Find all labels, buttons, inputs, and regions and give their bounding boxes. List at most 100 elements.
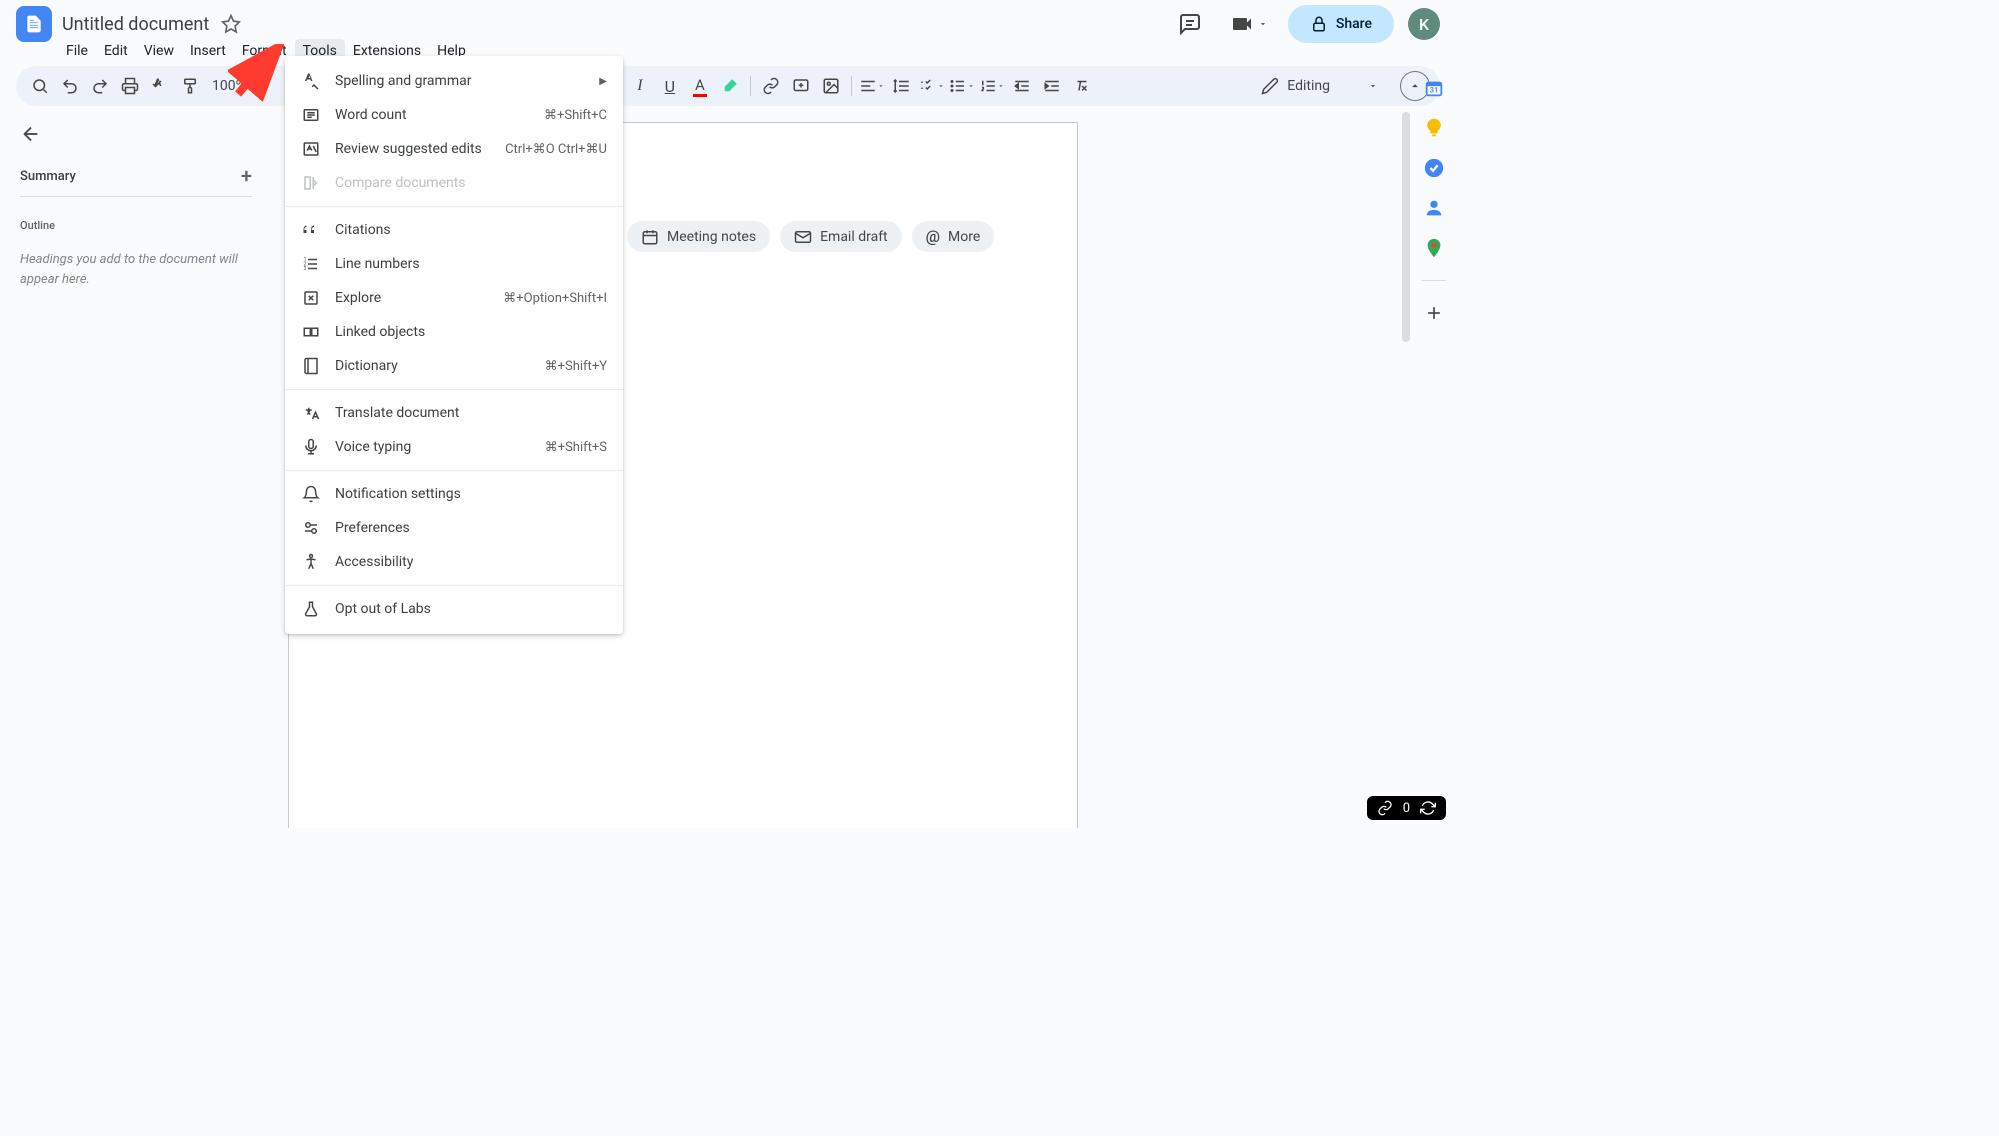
menu-item-label: Compare documents bbox=[335, 175, 607, 191]
indent-decrease-button[interactable] bbox=[1008, 72, 1036, 100]
comments-button[interactable] bbox=[1170, 4, 1210, 44]
menu-file[interactable]: File bbox=[58, 39, 96, 63]
tasks-addon[interactable] bbox=[1422, 156, 1446, 180]
menu-item-line-numbers[interactable]: 123Line numbers bbox=[285, 247, 623, 281]
keep-addon[interactable] bbox=[1422, 116, 1446, 140]
calendar-icon: 31 bbox=[1423, 77, 1445, 99]
italic-button[interactable]: I bbox=[626, 72, 654, 100]
redo-icon bbox=[91, 77, 109, 95]
bell-icon bbox=[301, 484, 321, 504]
document-title[interactable]: Untitled document bbox=[62, 14, 209, 35]
chevron-down-icon bbox=[997, 82, 1005, 90]
avatar[interactable]: K bbox=[1408, 8, 1440, 40]
indent-increase-button[interactable] bbox=[1038, 72, 1066, 100]
outline-sidebar: Summary + Outline Headings you add to th… bbox=[0, 106, 268, 828]
insert-image-button[interactable] bbox=[817, 72, 845, 100]
scrollbar[interactable] bbox=[1400, 100, 1412, 400]
email-icon bbox=[794, 228, 812, 246]
status-pill[interactable]: 0 bbox=[1367, 796, 1446, 820]
link-icon bbox=[1377, 800, 1393, 816]
redo-button[interactable] bbox=[86, 72, 114, 100]
chip-more[interactable]: @ More bbox=[912, 221, 995, 252]
paint-format-button[interactable] bbox=[176, 72, 204, 100]
menu-item-spelling-and-grammar[interactable]: Spelling and grammar▶ bbox=[285, 64, 623, 98]
align-icon bbox=[859, 77, 877, 95]
comment-icon bbox=[1178, 12, 1202, 36]
zoom-select[interactable]: 100% bbox=[206, 78, 252, 94]
linenum-icon: 123 bbox=[301, 254, 321, 274]
menu-item-voice-typing[interactable]: Voice typing⌘+Shift+S bbox=[285, 430, 623, 464]
lock-icon bbox=[1310, 15, 1328, 33]
editing-mode-button[interactable]: Editing bbox=[1251, 71, 1388, 101]
menu-item-label: Accessibility bbox=[335, 554, 607, 570]
tasks-icon bbox=[1423, 157, 1445, 179]
menu-item-translate-document[interactable]: Translate document bbox=[285, 396, 623, 430]
text-color-button[interactable]: A bbox=[686, 72, 714, 100]
svg-text:31: 31 bbox=[1430, 86, 1438, 95]
video-call-button[interactable] bbox=[1224, 12, 1274, 36]
menu-item-shortcut: ⌘+Shift+Y bbox=[545, 359, 607, 374]
chip-meeting-notes[interactable]: Meeting notes bbox=[627, 221, 770, 252]
docs-logo[interactable] bbox=[16, 6, 52, 42]
menu-item-accessibility[interactable]: Accessibility bbox=[285, 545, 623, 579]
clear-format-button[interactable] bbox=[1068, 72, 1096, 100]
align-button[interactable] bbox=[858, 72, 886, 100]
link-button[interactable] bbox=[757, 72, 785, 100]
checklist-icon bbox=[919, 77, 937, 95]
star-button[interactable] bbox=[221, 14, 241, 34]
calendar-icon bbox=[641, 228, 659, 246]
docs-icon bbox=[24, 11, 44, 37]
add-summary-button[interactable]: + bbox=[241, 164, 252, 188]
bullet-list-button[interactable] bbox=[948, 72, 976, 100]
menu-insert[interactable]: Insert bbox=[182, 39, 234, 63]
toolbar: 100% B I U A Editing bbox=[16, 66, 1440, 106]
menu-view[interactable]: View bbox=[136, 39, 182, 63]
translate-icon bbox=[301, 403, 321, 423]
menu-item-label: Notification settings bbox=[335, 486, 607, 502]
line-spacing-button[interactable] bbox=[888, 72, 916, 100]
spell-icon bbox=[301, 71, 321, 91]
text-color-icon: A bbox=[693, 76, 707, 97]
menu-item-notification-settings[interactable]: Notification settings bbox=[285, 477, 623, 511]
get-addons[interactable] bbox=[1422, 301, 1446, 325]
collapse-outline-button[interactable] bbox=[20, 120, 48, 148]
menu-item-preferences[interactable]: Preferences bbox=[285, 511, 623, 545]
menu-item-explore[interactable]: Explore⌘+Option+Shift+I bbox=[285, 281, 623, 315]
menu-item-linked-objects[interactable]: Linked objects bbox=[285, 315, 623, 349]
menu-item-label: Preferences bbox=[335, 520, 607, 536]
menu-item-label: Citations bbox=[335, 222, 607, 238]
menu-item-opt-out-of-labs[interactable]: Opt out of Labs bbox=[285, 592, 623, 626]
print-button[interactable] bbox=[116, 72, 144, 100]
menu-item-shortcut: ⌘+Shift+S bbox=[545, 440, 607, 455]
arrow-left-icon bbox=[20, 123, 42, 145]
menu-item-shortcut: ⌘+Option+Shift+I bbox=[503, 291, 607, 306]
menu-item-citations[interactable]: Citations bbox=[285, 213, 623, 247]
at-icon: @ bbox=[926, 227, 940, 246]
menu-item-shortcut: ⌘+Shift+C bbox=[544, 108, 607, 123]
search-icon bbox=[31, 77, 49, 95]
undo-button[interactable] bbox=[56, 72, 84, 100]
highlight-button[interactable] bbox=[716, 72, 744, 100]
chevron-down-icon bbox=[1368, 81, 1378, 91]
underline-button[interactable]: U bbox=[656, 72, 684, 100]
italic-icon: I bbox=[637, 77, 642, 95]
menu-item-dictionary[interactable]: Dictionary⌘+Shift+Y bbox=[285, 349, 623, 383]
highlight-icon bbox=[721, 77, 739, 95]
maps-addon[interactable] bbox=[1422, 236, 1446, 260]
checklist-button[interactable] bbox=[918, 72, 946, 100]
search-button[interactable] bbox=[26, 72, 54, 100]
underline-icon: U bbox=[665, 77, 675, 96]
numbered-list-button[interactable] bbox=[978, 72, 1006, 100]
chip-email-draft[interactable]: Email draft bbox=[780, 221, 902, 252]
linked-icon bbox=[301, 322, 321, 342]
refresh-icon bbox=[1420, 800, 1436, 816]
menu-item-word-count[interactable]: Word count⌘+Shift+C bbox=[285, 98, 623, 132]
share-button[interactable]: Share bbox=[1288, 5, 1394, 43]
menu-item-review-suggested-edits[interactable]: Review suggested editsCtrl+⌘O Ctrl+⌘U bbox=[285, 132, 623, 166]
calendar-addon[interactable]: 31 bbox=[1422, 76, 1446, 100]
add-comment-button[interactable] bbox=[787, 72, 815, 100]
contacts-addon[interactable] bbox=[1422, 196, 1446, 220]
menu-edit[interactable]: Edit bbox=[96, 39, 136, 63]
spellcheck-button[interactable] bbox=[146, 72, 174, 100]
paint-icon bbox=[181, 77, 199, 95]
